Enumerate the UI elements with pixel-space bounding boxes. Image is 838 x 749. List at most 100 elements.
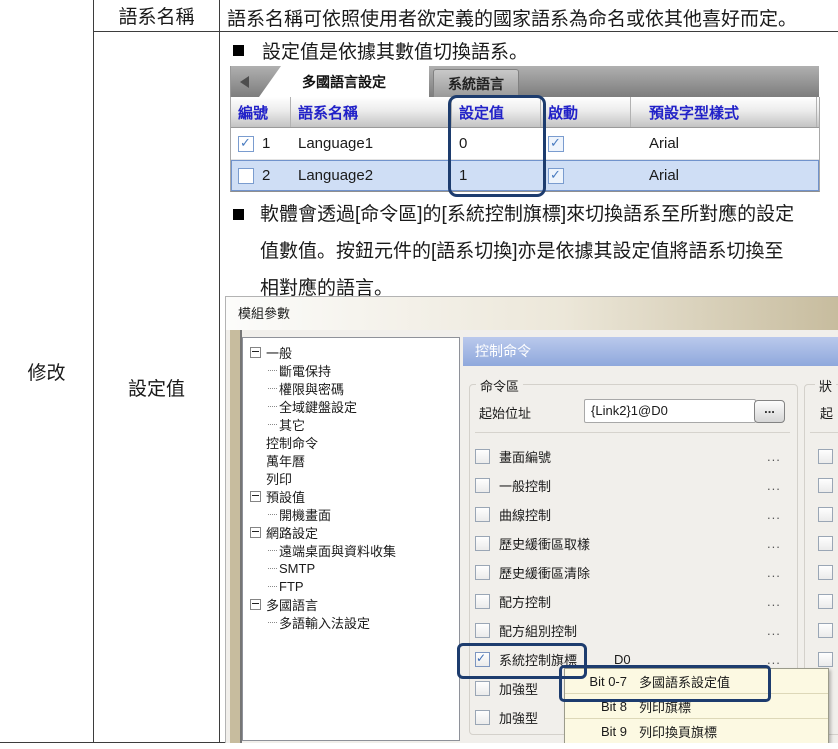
ellipsis-button[interactable]: ... [767, 536, 781, 551]
ellipsis-button[interactable]: ... [767, 652, 781, 667]
checkbox-row-general-control[interactable]: 一般控制... [475, 475, 789, 495]
tab-label: 多國語言設定 [302, 72, 386, 92]
collapse-icon[interactable] [250, 527, 261, 538]
tree-label: 多語輸入法設定 [279, 613, 370, 632]
tree-item-smtp[interactable]: SMTP [243, 559, 459, 577]
checkbox-icon[interactable] [475, 536, 490, 551]
checkbox-label: 配方控制 [499, 592, 551, 611]
checkbox-icon[interactable] [475, 507, 490, 522]
tree-item-ftp[interactable]: FTP [243, 577, 459, 595]
status-checkbox-icon[interactable] [818, 449, 833, 464]
tree-item-input-method[interactable]: 多語輸入法設定 [243, 613, 459, 631]
enabled-checkbox[interactable] [238, 136, 254, 152]
checkbox-label: 畫面編號 [499, 447, 551, 466]
tab-bar: 多國語言設定 系統語言 [230, 66, 819, 97]
font-cell: Arial [631, 160, 817, 191]
status-checkbox-icon[interactable] [818, 623, 833, 638]
browse-button[interactable]: ... [754, 400, 785, 423]
tab-scroll-left-icon[interactable] [240, 76, 249, 88]
tree-item-remote-desktop[interactable]: 遠端桌面與資料收集 [243, 541, 459, 559]
checkbox-icon[interactable] [475, 594, 490, 609]
tree-item-multilanguage[interactable]: 多國語言 [243, 595, 459, 613]
active-checkbox[interactable] [548, 136, 564, 152]
tree-item-defaults[interactable]: 預設值 [243, 487, 459, 505]
command-area-label: 命令區 [476, 376, 523, 395]
language-settings-screenshot: 多國語言設定 系統語言 編號 語系名稱 設定值 啟動 預設字型樣式 1 Lang… [230, 66, 818, 196]
tree-item-global-keyboard[interactable]: 全域鍵盤設定 [243, 397, 459, 415]
tree-label: 其它 [279, 415, 305, 434]
checkbox-icon[interactable] [475, 478, 490, 493]
checkbox-row-recipe-group-control[interactable]: 配方組別控制... [475, 620, 789, 640]
tree-item-boot-screen[interactable]: 開機畫面 [243, 505, 459, 523]
tree-item-network-settings[interactable]: 網路設定 [243, 523, 459, 541]
tree-label: FTP [279, 579, 304, 594]
bit-description: 列印換頁旗標 [639, 722, 717, 741]
status-checkbox-icon[interactable] [818, 478, 833, 493]
dialog-title: 模組參數 [238, 297, 290, 330]
checkbox-label: 加強型 [499, 679, 538, 698]
status-checkbox-icon[interactable] [818, 652, 833, 667]
checkbox-icon[interactable] [475, 623, 490, 638]
ellipsis-button[interactable]: ... [767, 478, 781, 493]
checkbox-row-screen-number[interactable]: 畫面編號... [475, 446, 789, 466]
ellipsis-button[interactable]: ... [767, 565, 781, 580]
checkbox-icon[interactable] [475, 565, 490, 580]
column-header-active: 啟動 [541, 97, 631, 127]
checkbox-label: 加強型 [499, 708, 538, 727]
checkbox-label: 曲線控制 [499, 505, 551, 524]
tree-item-general[interactable]: 一般 [243, 343, 459, 361]
checkbox-icon[interactable] [475, 449, 490, 464]
status-checkbox-icon[interactable] [818, 594, 833, 609]
tree-item-calendar[interactable]: 萬年曆 [243, 451, 459, 469]
collapse-icon[interactable] [250, 599, 261, 610]
checkbox-row-history-clear[interactable]: 歷史緩衝區清除... [475, 562, 789, 582]
row-number: 2 [262, 167, 270, 184]
language-name-cell: Language2 [291, 160, 452, 191]
start-address-input[interactable]: {Link2}1@D0 [584, 399, 756, 423]
tree-item-power-retain[interactable]: 斷電保持 [243, 361, 459, 379]
tab-multilanguage-settings[interactable]: 多國語言設定 [259, 66, 429, 97]
paragraph-line: 值數值。按鈕元件的[語系切換]亦是依據其設定值將語系切換至 [260, 233, 794, 270]
ellipsis-button[interactable]: ... [767, 594, 781, 609]
status-checkbox-icon[interactable] [818, 507, 833, 522]
dialog-title-bar[interactable]: 模組參數 [226, 297, 838, 330]
manual-page: 修改 語系名稱 設定值 語系名稱可依照使用者欲定義的國家語系為命名或依其他喜好而… [0, 0, 838, 749]
tree-item-other[interactable]: 其它 [243, 415, 459, 433]
collapse-icon[interactable] [250, 347, 261, 358]
ellipsis-button[interactable]: ... [767, 449, 781, 464]
language-name-cell: Language1 [291, 128, 452, 159]
status-address-label: 起 [816, 403, 837, 422]
enabled-checkbox[interactable] [238, 168, 254, 184]
tree-label: 萬年曆 [266, 451, 305, 470]
tree-label: 一般 [266, 343, 292, 362]
status-checkbox-icon[interactable] [818, 536, 833, 551]
tree-item-permissions-password[interactable]: 權限與密碼 [243, 379, 459, 397]
row-header-language-name: 語系名稱 [94, 0, 219, 31]
tree-label: 遠端桌面與資料收集 [279, 541, 396, 560]
row-header-setting-value: 設定值 [94, 32, 219, 742]
separator [475, 432, 790, 433]
ellipsis-button[interactable]: ... [767, 507, 781, 522]
tree-item-print[interactable]: 列印 [243, 469, 459, 487]
checkbox-icon[interactable] [475, 681, 490, 696]
checkbox-row-curve-control[interactable]: 曲線控制... [475, 504, 789, 524]
tree-label: 預設值 [266, 487, 305, 506]
tab-system-language[interactable]: 系統語言 [433, 69, 519, 98]
checkbox-icon[interactable] [475, 710, 490, 725]
status-area-label: 狀 [815, 376, 836, 395]
checkbox-row-history-sample[interactable]: 歷史緩衝區取樣... [475, 533, 789, 553]
separator [810, 432, 838, 433]
checkbox-row-recipe-control[interactable]: 配方控制... [475, 591, 789, 611]
tree-item-control-command[interactable]: 控制命令 [243, 433, 459, 451]
status-checkbox-icon[interactable] [818, 565, 833, 580]
tree-label: 列印 [266, 469, 292, 488]
bullet-icon [233, 45, 244, 56]
collapse-icon[interactable] [250, 491, 261, 502]
tree-label: 斷電保持 [279, 361, 331, 380]
grid-line [219, 0, 220, 742]
language-name-description: 語系名稱可依照使用者欲定義的國家語系為命名或依其他喜好而定。 [227, 4, 797, 31]
row-number: 1 [262, 135, 270, 152]
active-checkbox[interactable] [548, 168, 564, 184]
ellipsis-button[interactable]: ... [767, 623, 781, 638]
checkbox-label: 配方組別控制 [499, 621, 577, 640]
